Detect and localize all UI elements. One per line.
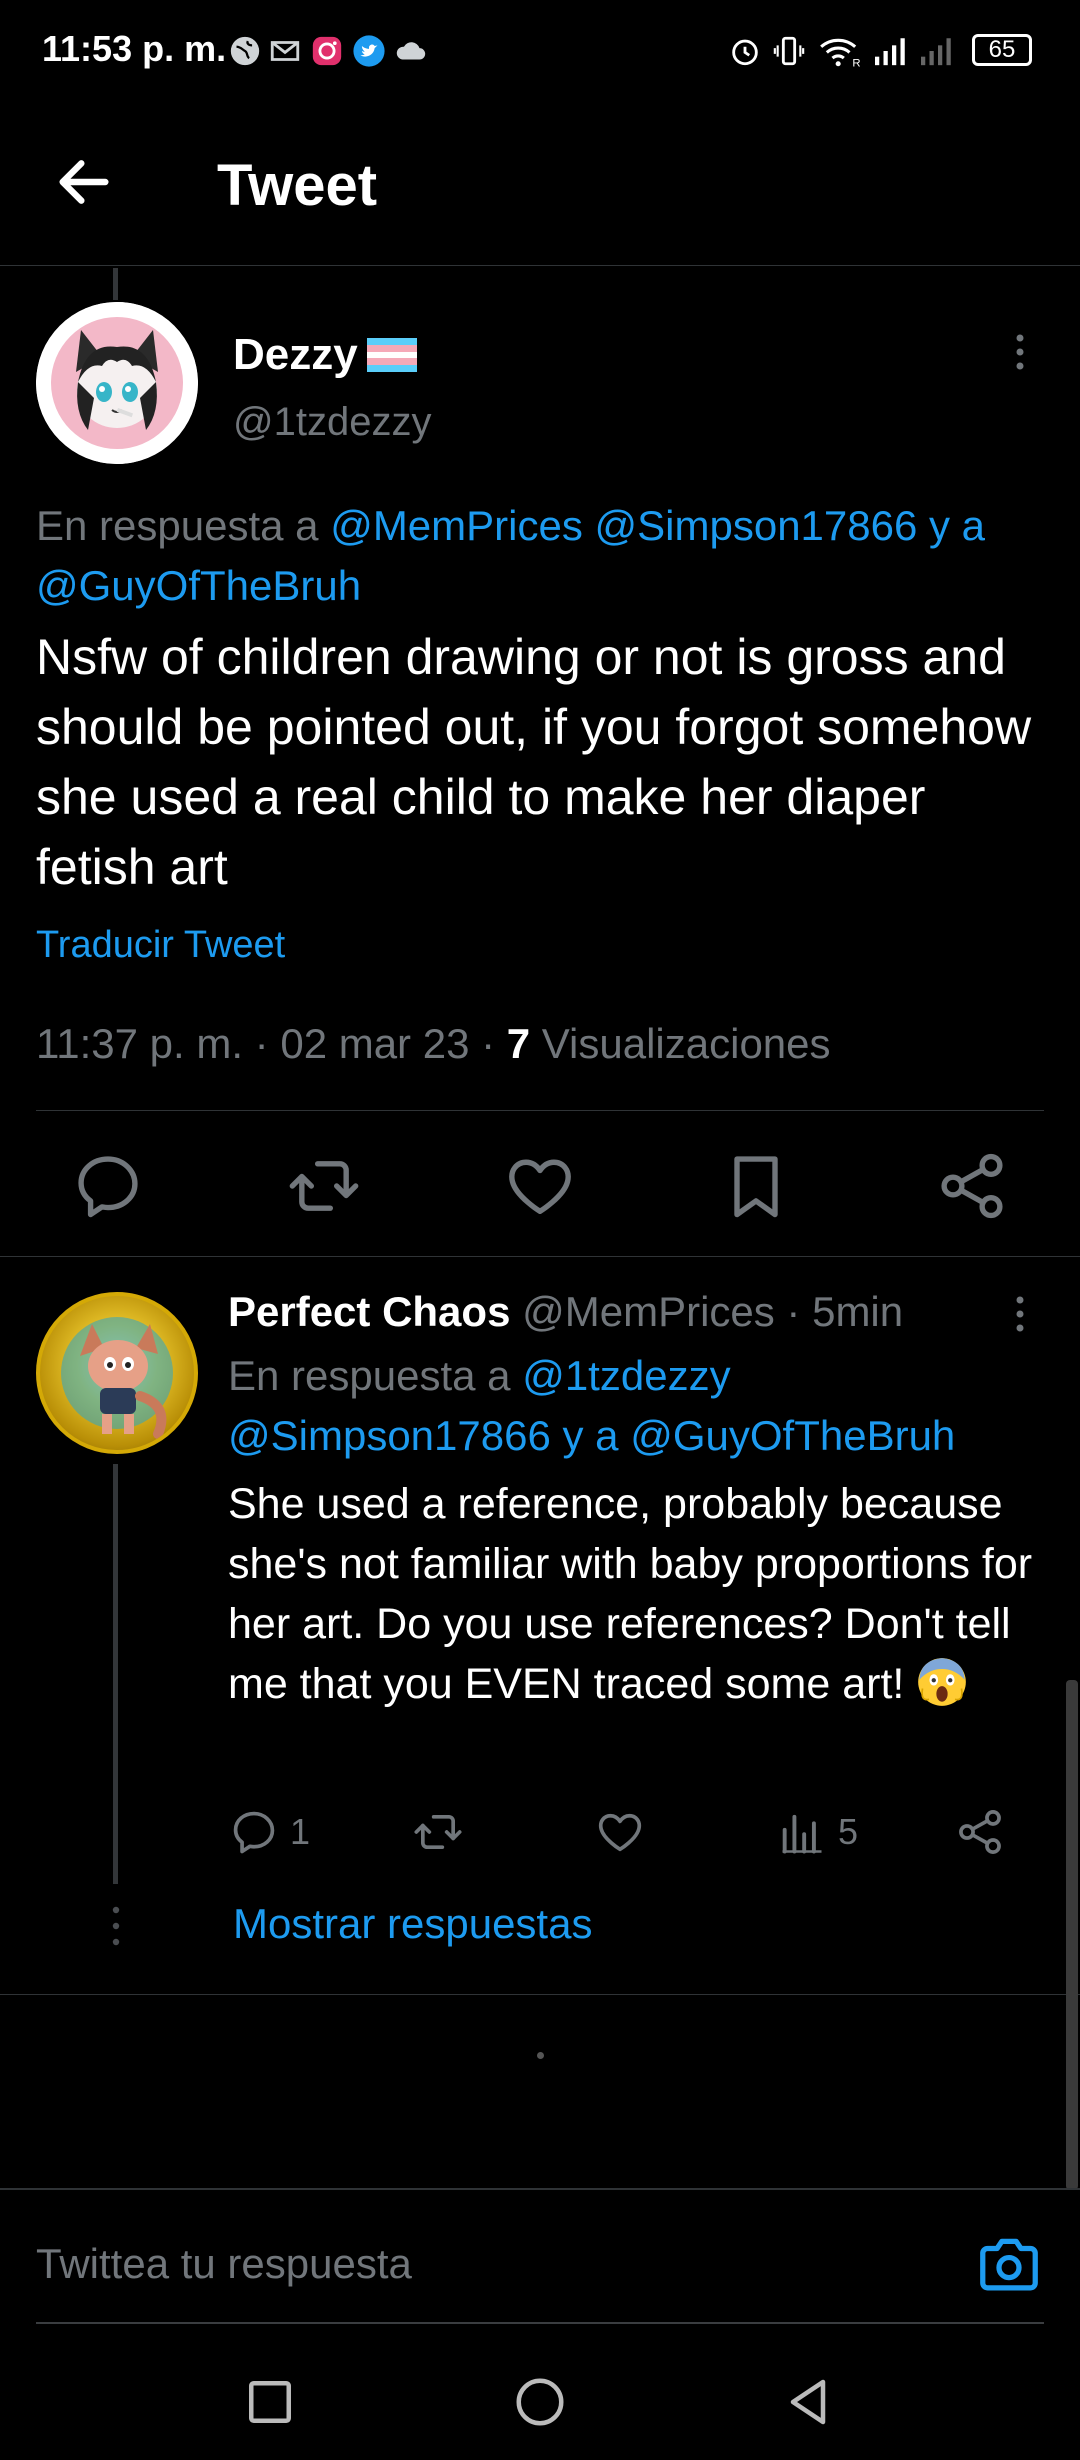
status-time: 11:53 p. m. [42, 28, 227, 69]
divider [0, 1256, 1080, 1257]
vibrate-icon [773, 36, 805, 66]
instagram-icon [312, 36, 342, 66]
more-options-icon[interactable] [1000, 1292, 1040, 1336]
author-handle[interactable]: @1tzdezzy [233, 400, 431, 445]
cloud-icon [396, 42, 426, 60]
trans-flag-icon [367, 338, 417, 372]
views-count: 7 [506, 1020, 531, 1067]
replying-to-label: En respuesta a [36, 502, 319, 549]
svg-text:R: R [852, 58, 860, 68]
show-replies-link[interactable]: Mostrar respuestas [233, 1900, 592, 1948]
reply-action[interactable]: 1 [228, 1802, 310, 1862]
gmail-icon [270, 41, 300, 61]
views-label: Visualizaciones [530, 1020, 831, 1067]
avatar-image [61, 1317, 173, 1439]
wifi-icon: R [820, 38, 861, 68]
translate-tweet-link[interactable]: Traducir Tweet [36, 924, 285, 967]
top-app-bar: Tweet [0, 120, 1080, 266]
twitter-icon [353, 35, 385, 67]
back-button[interactable] [52, 150, 116, 214]
retweet-icon[interactable] [286, 1148, 362, 1224]
replying-to: En respuesta a @MemPrices @Simpson17866 … [36, 496, 1056, 616]
back-nav-button[interactable] [778, 2372, 838, 2432]
like-action[interactable] [594, 1802, 646, 1862]
views-count: 5 [838, 1811, 859, 1852]
avatar[interactable] [36, 1292, 198, 1454]
retweet-action[interactable] [412, 1802, 464, 1862]
signal-icon [875, 38, 905, 66]
replying-to: En respuesta a @1tzdezzy @Simpson17866 y… [228, 1346, 1048, 1466]
page-title: Tweet [217, 153, 378, 218]
recents-button[interactable] [240, 2372, 300, 2432]
thread-dots-icon [112, 1906, 120, 1946]
share-action[interactable] [954, 1802, 1006, 1862]
author-handle-time: @MemPrices · 5min [510, 1288, 904, 1335]
reply-input[interactable]: Twittea tu respuesta [36, 2240, 412, 2288]
home-button[interactable] [510, 2372, 570, 2432]
divider [0, 2188, 1080, 2190]
avatar-image [36, 302, 198, 464]
divider [0, 1994, 1080, 1995]
thread-line [113, 1464, 118, 1884]
scrollbar[interactable] [1066, 1680, 1078, 2190]
analytics-icon [782, 1814, 822, 1854]
tweet-text: She used a reference, probably because s… [228, 1474, 1058, 1714]
more-options-icon[interactable] [1000, 330, 1040, 374]
signal-2-icon [921, 38, 951, 66]
tweet-text: Nsfw of children drawing or not is gross… [36, 629, 1032, 895]
replying-to-label: En respuesta a [228, 1352, 523, 1399]
reply-icon [233, 1811, 275, 1854]
author-name[interactable]: Perfect Chaos [228, 1288, 510, 1335]
like-icon[interactable] [502, 1148, 578, 1224]
loading-indicator [537, 2052, 544, 2059]
reply-text-body: She used a reference, probably because s… [228, 1480, 1033, 1708]
battery-indicator: 65 [972, 34, 1032, 66]
tweet-meta: 11:37 p. m. · 02 mar 23 · 7 Visualizacio… [36, 1020, 831, 1068]
alarm-icon [732, 39, 758, 66]
divider [36, 1110, 1044, 1111]
status-bar: 11:53 p. m. R 65 [0, 0, 1080, 100]
reply-count: 1 [290, 1811, 311, 1852]
camera-icon[interactable] [978, 2236, 1040, 2292]
reply-header: Perfect Chaos @MemPrices · 5min [228, 1284, 903, 1340]
author-name[interactable]: Dezzy [233, 330, 358, 380]
share-icon [959, 1810, 1001, 1854]
face-screaming-icon [918, 1658, 967, 1706]
divider [36, 2322, 1044, 2324]
share-icon[interactable] [934, 1148, 1010, 1224]
views-action[interactable]: 5 [776, 1802, 858, 1862]
reply-icon[interactable] [70, 1148, 146, 1224]
tweet-timestamp: 11:37 p. m. · 02 mar 23 · [36, 1020, 507, 1067]
thread-line [113, 268, 118, 300]
globe-icon [230, 36, 260, 66]
retweet-icon [414, 1814, 462, 1850]
like-icon [598, 1813, 642, 1852]
avatar[interactable] [36, 302, 198, 464]
bookmark-icon[interactable] [718, 1148, 794, 1224]
